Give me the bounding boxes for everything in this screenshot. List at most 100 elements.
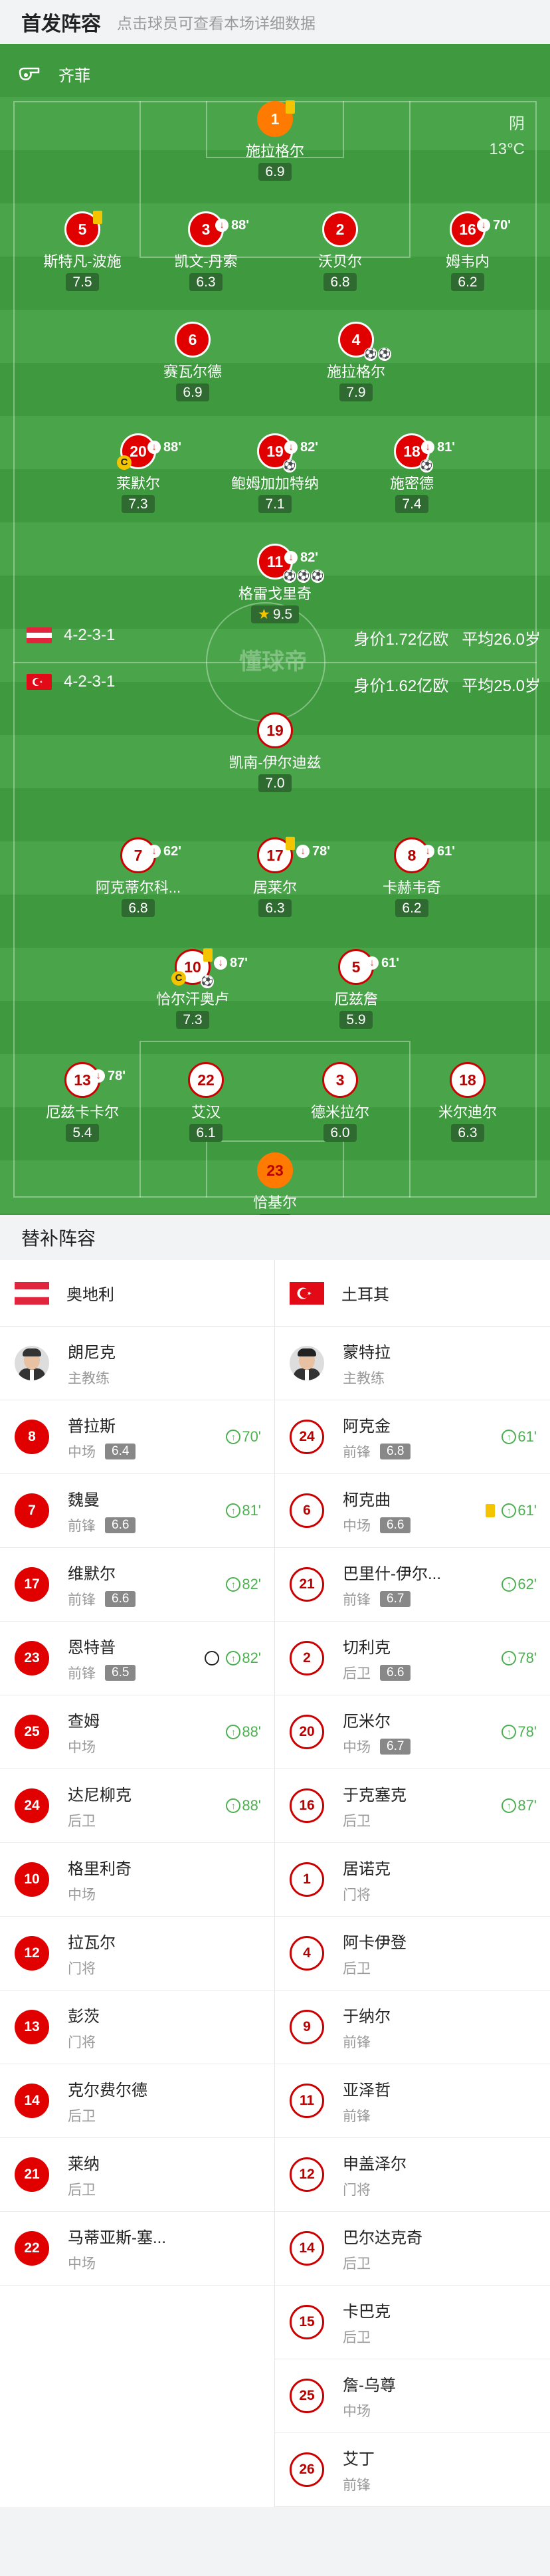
player-number-badge: 25 [15,1715,49,1749]
player-marker[interactable]: 19 ↓ 82' ⚽ 鲍姆加加特纳 7.1 [202,433,348,513]
player-rating: 6.1 [189,1124,223,1142]
player-number: 18 [459,1071,476,1089]
away-team-name: 土耳其 [341,1286,389,1304]
bench-player-row[interactable]: 26 艾丁 前锋 [275,2433,550,2507]
player-marker[interactable]: 5 ↓ 61' 厄兹詹 5.9 [283,949,429,1029]
player-name: 维默尔 [68,1564,116,1583]
player-name: 恩特普 [68,1638,116,1657]
away-team-info: 身价1.62亿欧 平均25.0岁 [354,673,541,696]
player-rating: 6.2 [451,273,484,291]
player-marker[interactable]: 2 沃贝尔 6.8 [267,211,413,291]
player-rating: 6.6 [380,1664,411,1681]
home-coach[interactable]: 朗尼克 主教练 [0,1327,274,1400]
away-formation: 4-2-3-1 [27,673,115,691]
bench-player-row[interactable]: 15 卡巴克 后卫 [275,2286,550,2359]
player-marker[interactable]: 4 ⚽ ⚽ 施拉格尔 7.9 [283,322,429,401]
player-position-line: 前锋 6.6 [68,1589,136,1609]
substitution-info: ↑ 70' [226,1428,261,1446]
bench-player-row[interactable]: 25 詹-乌尊 中场 [275,2359,550,2433]
rating-value: 6.3 [196,274,216,290]
player-number: 20 [130,443,147,460]
watermark-logo: 懂球帝 [239,649,307,675]
bench-player-row[interactable]: 24 达尼柳克 后卫 ↑ 88' [0,1769,274,1843]
bench-player-row[interactable]: 17 维默尔 前锋 6.6 ↑ 82' [0,1548,274,1622]
coach-name: 朗尼克 [68,1343,116,1362]
bench-player-row[interactable]: 10 格里利奇 中场 [0,1843,274,1917]
player-marker[interactable]: 18 米尔迪尔 6.3 [395,1062,541,1142]
bench-player-row[interactable]: 6 柯克曲 中场 6.6 ↑ 61' [275,1474,550,1548]
substitution-minute: 82' [242,1650,261,1666]
player-marker[interactable]: 10 ↓ 87' C ⚽ 恰尔汗奥卢 7.3 [120,948,266,1029]
player-info: 普拉斯 中场 6.4 [68,1413,136,1461]
player-rating: 7.9 [339,383,373,401]
player-number-badge: 10 [15,1862,49,1897]
bench-player-row[interactable]: 22 马蒂亚斯-塞... 中场 [0,2212,274,2286]
away-formation-label: 4-2-3-1 [64,673,116,691]
home-team-tab[interactable]: 奥地利 [0,1260,275,1326]
bench-player-row[interactable]: 11 亚泽哲 前锋 [275,2064,550,2138]
player-position-line: 中场 [343,2401,396,2420]
sub-out-arrow-icon: ↓ [215,219,229,232]
bench-player-row[interactable]: 9 于纳尔 前锋 [275,1990,550,2064]
bench-player-row[interactable]: 20 厄米尔 中场 6.7 ↑ 78' [275,1695,550,1769]
bench-player-row[interactable]: 21 莱纳 后卫 [0,2138,274,2212]
bench-player-row[interactable]: 8 普拉斯 中场 6.4 ↑ 70' [0,1400,274,1474]
bench-player-row[interactable]: 12 拉瓦尔 门将 [0,1917,274,1990]
player-marker[interactable]: 22 艾汉 6.1 [133,1062,279,1142]
player-rating: 6.0 [323,1124,357,1142]
bench-player-row[interactable]: 4 阿卡伊登 后卫 [275,1917,550,1990]
player-marker[interactable]: 23恰基尔6.1 [202,1152,348,1215]
bench-player-row[interactable]: 16 于克塞克 后卫 ↑ 87' [275,1769,550,1843]
away-team-tab[interactable]: 土耳其 [275,1260,550,1326]
bench-player-row[interactable]: 21 巴里什-伊尔... 前锋 6.7 ↑ 62' [275,1548,550,1622]
player-marker[interactable]: 17 ↓ 78' 居莱尔 6.3 [202,837,348,917]
player-marker[interactable]: 18 ↓ 81' ⚽ 施密德 7.4 [339,433,485,513]
player-marker[interactable]: 8 ↓ 61' 卡赫韦奇 6.2 [339,837,485,917]
sub-out-arrow-icon: ↓ [214,956,227,970]
bench-player-row[interactable]: 14 克尔费尔德 后卫 [0,2064,274,2138]
bench-player-row[interactable]: 23 恩特普 前锋 6.5 ↑ 82' [0,1622,274,1695]
sub-in-arrow-icon: ↑ [226,1798,241,1813]
player-number-badge: 1 [257,100,295,137]
player-info: 阿卡伊登 后卫 [343,1929,407,1978]
player-marker[interactable]: 20 ↓ 88' C 莱默尔 7.3 [65,433,211,513]
substitution-info: ↑ 87' [502,1797,537,1814]
player-rating: 6.4 [105,1443,136,1459]
bench-player-row[interactable]: 7 魏曼 前锋 6.6 ↑ 81' [0,1474,274,1548]
bench-player-row[interactable]: 1 居诺克 门将 [275,1843,550,1917]
player-number: 19 [266,722,284,739]
player-marker[interactable]: 19 凯南-伊尔迪兹 7.0 [202,712,348,792]
bench-player-row[interactable]: 13 彭茨 门将 [0,1990,274,2064]
bench-player-row[interactable]: 2 切利克 后卫 6.6 ↑ 78' [275,1622,550,1695]
player-name: 赛瓦尔德 [163,364,222,380]
player-info: 厄米尔 中场 6.7 [343,1708,411,1757]
player-position: 中场 [343,2403,371,2419]
player-number-badge: 21 [290,1567,324,1602]
bench-player-row[interactable]: 25 查姆 中场 ↑ 88' [0,1695,274,1769]
player-position: 中场 [68,2256,96,2272]
bench-player-row[interactable]: 12 申盖泽尔 门将 [275,2138,550,2212]
player-marker[interactable]: 3 ↓ 88' 凯文-丹索 6.3 [133,211,279,291]
player-marker[interactable]: 7 ↓ 62' 阿克蒂尔科... 6.8 [65,837,211,917]
player-position-line: 后卫 6.6 [343,1663,411,1683]
substitution-info: ↓ 88' [215,209,249,241]
player-number-badge: 5 ↓ 61' [338,949,399,985]
substitution-minute: 82' [300,440,319,455]
player-name: 鲍姆加加特纳 [230,475,319,492]
player-marker[interactable]: 16 ↓ 70' 姆韦内 6.2 [395,211,541,291]
away-coach[interactable]: 蒙特拉 主教练 [275,1327,550,1400]
player-marker[interactable]: 1 施拉格尔 6.9 [202,100,348,181]
player-position-line: 门将 [68,2032,100,2052]
sub-out-arrow-icon: ↓ [147,845,161,858]
player-number-badge: 22 [15,2231,49,2266]
player-marker[interactable]: 6 赛瓦尔德 6.9 [120,322,266,401]
player-marker[interactable]: 3 德米拉尔 6.0 [267,1062,413,1142]
sub-in-arrow-icon: ↑ [502,1577,517,1592]
bench-player-row[interactable]: 24 阿克金 前锋 6.8 ↑ 61' [275,1400,550,1474]
player-number-badge: 11 [290,2084,324,2118]
player-marker[interactable]: 11 ↓ 82' ⚽ ⚽ ⚽ 格雷戈里奇 ★ 9.5 [202,544,348,623]
soccer-ball-icon [205,1651,220,1665]
bench-player-row[interactable]: 14 巴尔达克奇 后卫 [275,2212,550,2286]
substitution-minute: 78' [517,1650,537,1666]
rating-value: 7.5 [72,274,92,290]
